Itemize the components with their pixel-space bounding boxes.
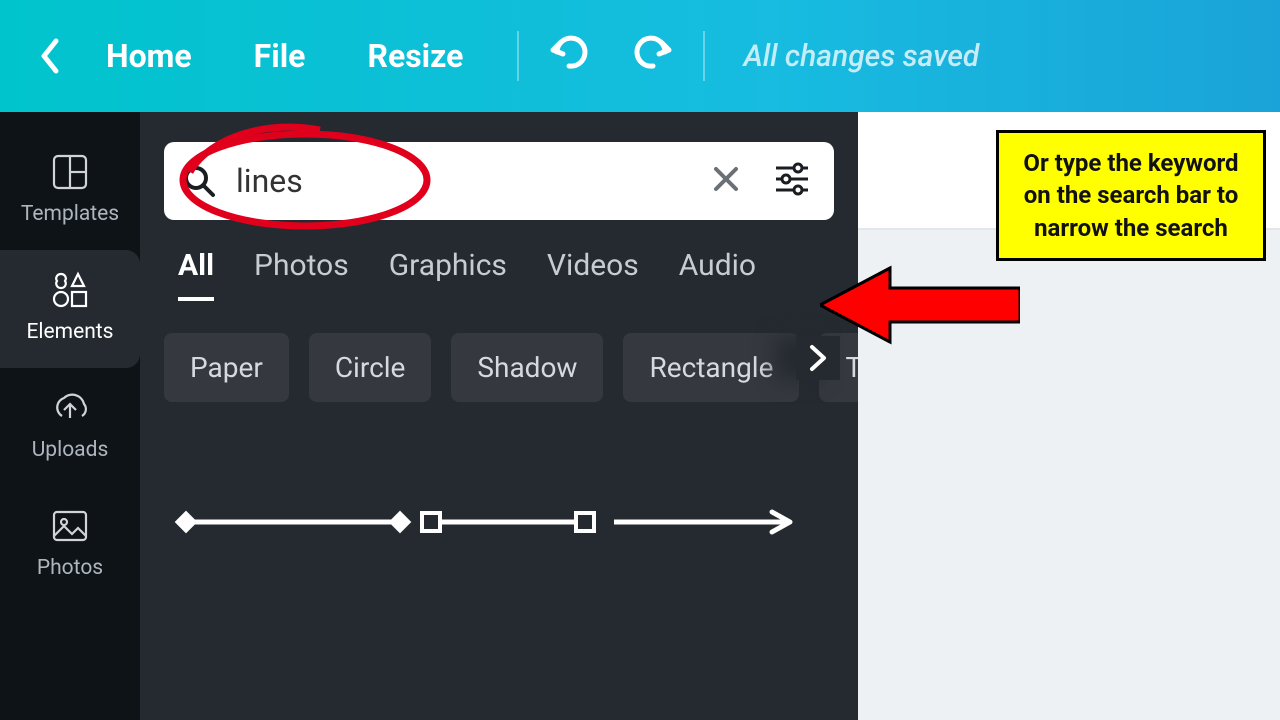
annotation-arrow: [820, 260, 1020, 350]
chip-paper[interactable]: Paper: [164, 333, 289, 402]
sidebar-label: Templates: [21, 202, 119, 226]
resize-button[interactable]: Resize: [341, 37, 489, 75]
clear-search-button[interactable]: [704, 160, 748, 202]
sidebar-item-uploads[interactable]: Uploads: [0, 368, 140, 486]
search-bar[interactable]: [164, 142, 834, 220]
top-toolbar: Home File Resize All changes saved: [0, 0, 1280, 112]
back-button[interactable]: [30, 37, 70, 75]
tab-all[interactable]: All: [178, 248, 214, 301]
filter-button[interactable]: [768, 162, 816, 200]
sidebar-label: Uploads: [32, 438, 109, 462]
sidebar-item-photos[interactable]: Photos: [0, 486, 140, 604]
toolbar-divider: [703, 31, 705, 81]
suggestion-chips: Paper Circle Shadow Rectangle Ta: [164, 313, 834, 402]
close-icon: [712, 165, 740, 193]
templates-icon: [50, 152, 90, 192]
elements-icon: [50, 270, 90, 310]
sidebar-label: Elements: [26, 320, 113, 344]
chip-shadow[interactable]: Shadow: [451, 333, 603, 402]
left-sidebar: Templates Elements Uploads Photos: [0, 112, 140, 720]
home-button[interactable]: Home: [80, 37, 218, 75]
undo-icon: [547, 34, 591, 70]
tab-photos[interactable]: Photos: [254, 248, 349, 301]
filter-tabs: All Photos Graphics Videos Audio: [164, 220, 834, 313]
tab-audio[interactable]: Audio: [679, 248, 756, 301]
sidebar-item-elements[interactable]: Elements: [0, 250, 140, 368]
tab-graphics[interactable]: Graphics: [389, 248, 507, 301]
sliders-icon: [774, 162, 810, 196]
sidebar-item-templates[interactable]: Templates: [0, 132, 140, 250]
undo-button[interactable]: [547, 34, 591, 78]
tab-videos[interactable]: Videos: [547, 248, 639, 301]
uploads-icon: [50, 388, 90, 428]
redo-button[interactable]: [631, 34, 675, 78]
chip-rectangle[interactable]: Rectangle: [623, 333, 799, 402]
toolbar-divider: [517, 31, 519, 81]
chevron-left-icon: [38, 37, 62, 75]
search-icon: [182, 164, 216, 198]
line-shape-icon: [174, 502, 814, 542]
save-status: All changes saved: [743, 39, 979, 74]
annotation-callout: Or type the keyword on the search bar to…: [996, 130, 1266, 261]
sidebar-label: Photos: [37, 556, 103, 580]
file-menu[interactable]: File: [228, 37, 332, 75]
chip-circle[interactable]: Circle: [309, 333, 432, 402]
search-input[interactable]: [236, 162, 684, 200]
elements-panel: All Photos Graphics Videos Audio Paper C…: [140, 112, 858, 720]
line-element-result[interactable]: [164, 492, 834, 552]
photos-icon: [50, 506, 90, 546]
redo-icon: [631, 34, 675, 70]
